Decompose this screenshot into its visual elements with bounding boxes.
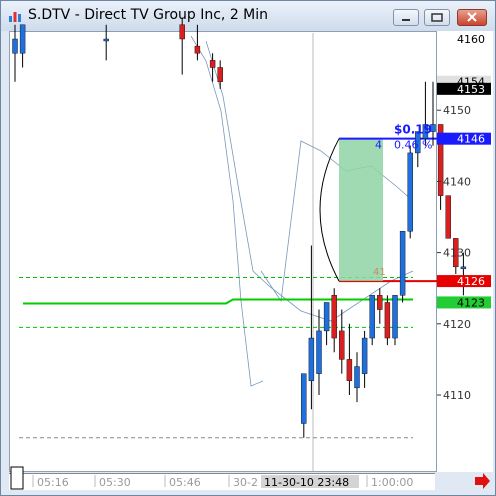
chart-window: S.DTV - Direct TV Group Inc, 2 Min $0.19…	[0, 0, 496, 496]
candle-up	[354, 366, 360, 389]
candle-down	[331, 295, 337, 339]
candle-up	[316, 330, 322, 374]
candle-down	[217, 67, 223, 82]
candle-up	[399, 231, 406, 296]
x-tick-label: 05:16	[37, 476, 69, 489]
right-arrow-icon[interactable]	[475, 473, 490, 489]
candle-down	[209, 60, 216, 68]
y-tick-label: 4150	[443, 104, 471, 117]
band-upper-line	[190, 35, 264, 387]
x-tick-label: 05:30	[99, 476, 131, 489]
price-tag-label: 4160	[457, 33, 485, 46]
candle-up	[361, 337, 368, 374]
measure-percent-label: 0.46 %	[394, 139, 432, 152]
candle-up	[103, 38, 109, 42]
candle-up	[308, 337, 315, 381]
x-tick-label: 05:46	[169, 476, 201, 489]
y-tick-label: 4130	[443, 247, 471, 260]
cursor-time-label: 11-30-10 23:48	[264, 476, 349, 489]
y-tick-label: 4140	[443, 175, 471, 188]
candle-up	[323, 302, 330, 332]
candle-down	[377, 295, 383, 310]
scroll-thumb	[10, 466, 24, 490]
candle-up	[407, 152, 413, 232]
price-tag-label: 4126	[457, 275, 485, 288]
candle-down	[339, 330, 345, 360]
candle-up	[392, 295, 398, 339]
price-tag-label: 4153	[457, 83, 485, 96]
candle-up	[460, 266, 467, 270]
measure-change-label: $0.19	[394, 123, 432, 137]
y-tick-label: 4110	[443, 389, 471, 402]
measure-arc	[319, 138, 340, 282]
measure-box	[339, 138, 383, 282]
measure-bars-label: 4	[375, 139, 382, 152]
candle-up	[369, 295, 375, 339]
candle-down	[445, 195, 451, 239]
candle-down	[179, 24, 185, 40]
price-tag-label: 4123	[457, 296, 485, 309]
candle-down	[346, 359, 353, 381]
x-tick-label: 30-2	[233, 476, 258, 489]
candle-up	[12, 38, 18, 54]
candle-down	[194, 45, 201, 54]
y-tick-label: 4120	[443, 318, 471, 331]
price-tag-label: 4146	[457, 133, 485, 146]
candle-up	[301, 373, 307, 424]
x-tick-label: 1:00:00	[371, 476, 413, 489]
level-line-solid	[23, 298, 413, 305]
candle-up	[19, 24, 26, 54]
candle-down	[384, 302, 391, 339]
chart-canvas[interactable]: $0.19 4 0.46 % 41 4110 4120 4130 4140 4150 4160 41…	[1, 1, 495, 495]
measure-bottom-label: 41	[373, 267, 386, 278]
